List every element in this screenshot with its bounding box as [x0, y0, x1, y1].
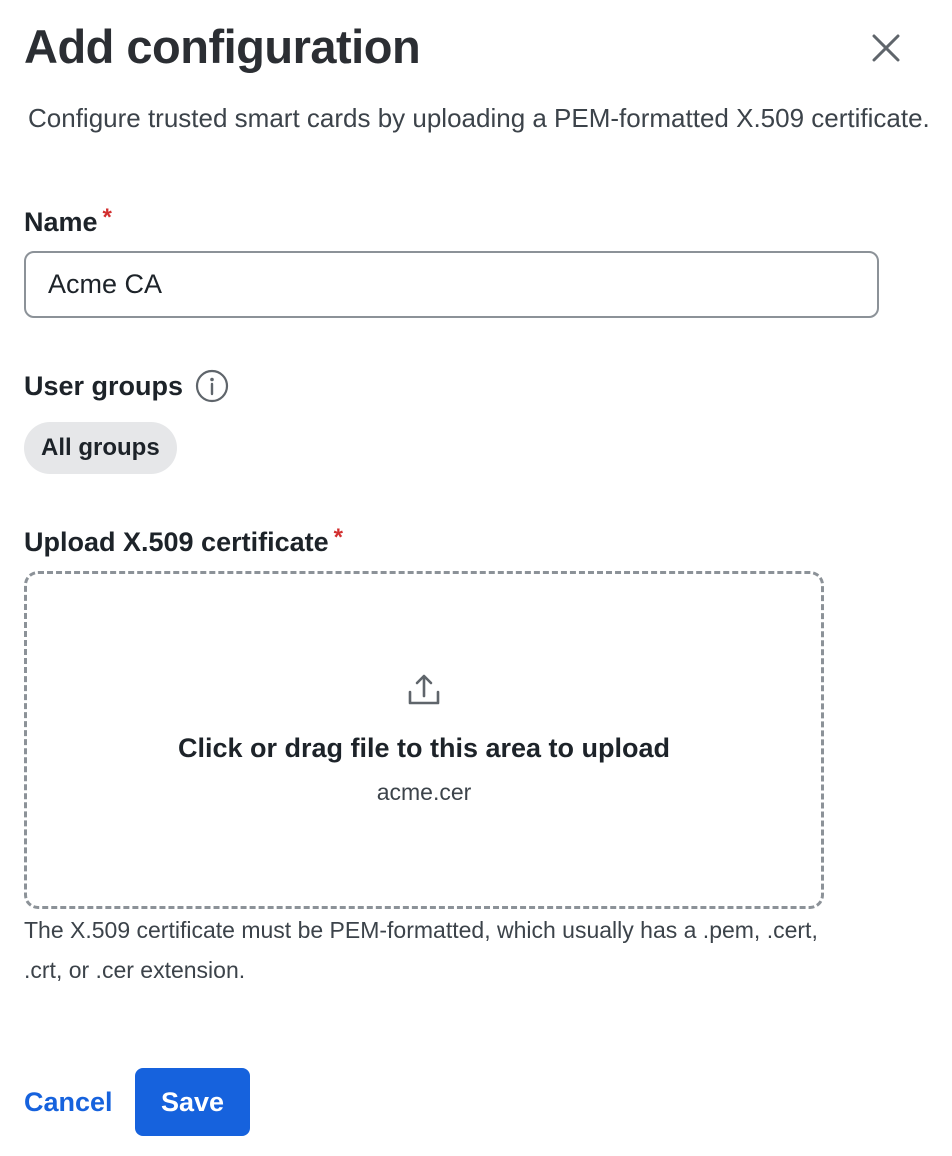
all-groups-chip[interactable]: All groups [24, 422, 177, 474]
upload-prompt: Click or drag file to this area to uploa… [177, 733, 671, 763]
upload-label-text: Upload X.509 certificate [24, 527, 329, 557]
user-groups-label-text: User groups [24, 371, 184, 401]
upload-icon [408, 674, 440, 705]
name-input[interactable] [24, 251, 879, 318]
dialog-title: Add configuration [24, 20, 421, 73]
close-button[interactable] [862, 24, 910, 72]
cancel-button[interactable]: Cancel [24, 1080, 113, 1124]
uploaded-file-name: acme.cer [376, 779, 472, 805]
upload-dropzone[interactable]: Click or drag file to this area to uploa… [24, 571, 824, 909]
close-icon [872, 34, 900, 62]
name-label: Name * [24, 204, 112, 240]
add-configuration-dialog: Add configuration Configure trusted smar… [0, 0, 952, 1156]
upload-hint: The X.509 certificate must be PEM-format… [24, 917, 818, 983]
info-icon[interactable] [195, 369, 229, 403]
user-groups-label: User groups [24, 368, 229, 404]
upload-label: Upload X.509 certificate * [24, 524, 343, 560]
dialog-description: Configure trusted smart cards by uploadi… [28, 103, 930, 133]
required-marker: * [333, 524, 343, 551]
required-marker: * [102, 204, 112, 231]
name-label-text: Name [24, 207, 98, 237]
save-button[interactable]: Save [135, 1068, 250, 1136]
